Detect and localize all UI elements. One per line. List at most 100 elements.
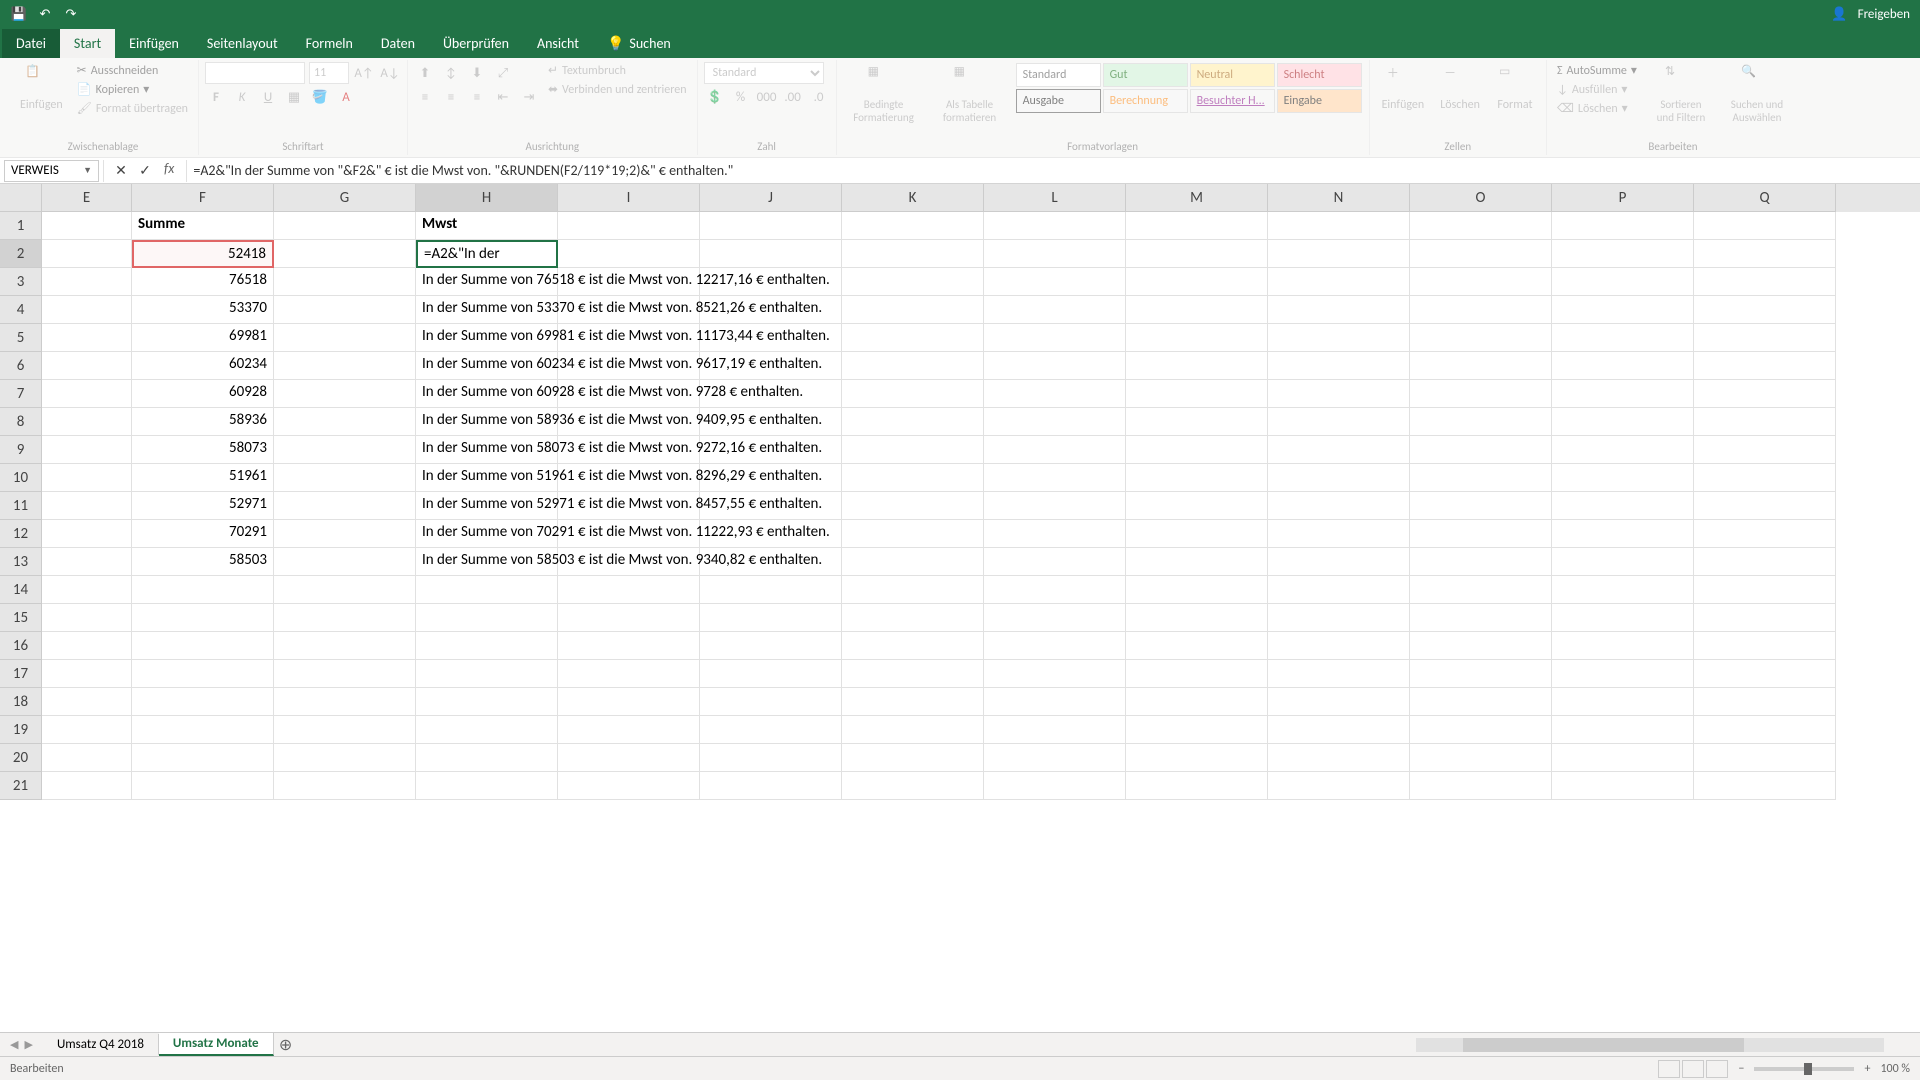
cell-N8[interactable] xyxy=(1268,408,1410,436)
cell-G17[interactable] xyxy=(274,660,416,688)
cell-H7[interactable]: In der Summe von 60928 € ist die Mwst vo… xyxy=(416,380,558,408)
cell-O14[interactable] xyxy=(1410,576,1552,604)
cell-N3[interactable] xyxy=(1268,268,1410,296)
cell-I14[interactable] xyxy=(558,576,700,604)
cell-E18[interactable] xyxy=(42,688,132,716)
tab-file[interactable]: Datei xyxy=(2,29,60,58)
merge-button[interactable]: ⬌Verbinden und zentrieren xyxy=(544,81,691,98)
font-family-select[interactable] xyxy=(205,62,305,84)
align-center-icon[interactable]: ≡ xyxy=(440,86,462,108)
cell-O17[interactable] xyxy=(1410,660,1552,688)
row-header-16[interactable]: 16 xyxy=(0,632,42,660)
cell-O13[interactable] xyxy=(1410,548,1552,576)
cell-E5[interactable] xyxy=(42,324,132,352)
cell-O3[interactable] xyxy=(1410,268,1552,296)
sheet-nav-first-icon[interactable]: ◀ xyxy=(10,1038,18,1051)
clear-button[interactable]: ⌫Löschen ▾ xyxy=(1553,100,1641,117)
cell-G12[interactable] xyxy=(274,520,416,548)
cell-I20[interactable] xyxy=(558,744,700,772)
zoom-slider[interactable] xyxy=(1754,1067,1854,1071)
cell-E7[interactable] xyxy=(42,380,132,408)
cell-F2[interactable]: 52418 xyxy=(132,240,274,268)
cell-L17[interactable] xyxy=(984,660,1126,688)
cell-N11[interactable] xyxy=(1268,492,1410,520)
cell-L13[interactable] xyxy=(984,548,1126,576)
row-header-13[interactable]: 13 xyxy=(0,548,42,576)
cell-P16[interactable] xyxy=(1552,632,1694,660)
cell-G16[interactable] xyxy=(274,632,416,660)
cell-P8[interactable] xyxy=(1552,408,1694,436)
cell-O9[interactable] xyxy=(1410,436,1552,464)
currency-icon[interactable]: 💲 xyxy=(704,86,726,108)
number-format-select[interactable]: Standard xyxy=(704,62,824,84)
cell-E19[interactable] xyxy=(42,716,132,744)
row-header-6[interactable]: 6 xyxy=(0,352,42,380)
cell-N20[interactable] xyxy=(1268,744,1410,772)
row-header-11[interactable]: 11 xyxy=(0,492,42,520)
cell-F11[interactable]: 52971 xyxy=(132,492,274,520)
cell-G7[interactable] xyxy=(274,380,416,408)
font-color-button[interactable]: A xyxy=(335,86,357,108)
cell-F9[interactable]: 58073 xyxy=(132,436,274,464)
style-eingabe[interactable]: Eingabe xyxy=(1277,89,1362,113)
cell-G11[interactable] xyxy=(274,492,416,520)
view-page-layout-icon[interactable] xyxy=(1682,1060,1704,1078)
cell-F15[interactable] xyxy=(132,604,274,632)
cell-L16[interactable] xyxy=(984,632,1126,660)
cell-K16[interactable] xyxy=(842,632,984,660)
cell-G20[interactable] xyxy=(274,744,416,772)
cell-O5[interactable] xyxy=(1410,324,1552,352)
cell-Q7[interactable] xyxy=(1694,380,1836,408)
cell-O1[interactable] xyxy=(1410,212,1552,240)
cell-E16[interactable] xyxy=(42,632,132,660)
col-header-F[interactable]: F xyxy=(132,184,274,212)
cell-F7[interactable]: 60928 xyxy=(132,380,274,408)
cell-E21[interactable] xyxy=(42,772,132,800)
cell-G21[interactable] xyxy=(274,772,416,800)
autosum-button[interactable]: ΣAutoSumme ▾ xyxy=(1553,62,1641,79)
decrease-decimal-icon[interactable]: .0 xyxy=(808,86,830,108)
cells[interactable]: SummeMwst52418=A2&"In der76518In der Sum… xyxy=(42,212,1836,800)
cell-K5[interactable] xyxy=(842,324,984,352)
cell-Q4[interactable] xyxy=(1694,296,1836,324)
formula-input[interactable] xyxy=(187,160,1920,182)
cell-F20[interactable] xyxy=(132,744,274,772)
col-header-J[interactable]: J xyxy=(700,184,842,212)
cell-N14[interactable] xyxy=(1268,576,1410,604)
cell-L10[interactable] xyxy=(984,464,1126,492)
cell-P20[interactable] xyxy=(1552,744,1694,772)
cell-G4[interactable] xyxy=(274,296,416,324)
cell-F4[interactable]: 53370 xyxy=(132,296,274,324)
cell-H16[interactable] xyxy=(416,632,558,660)
align-left-icon[interactable]: ≡ xyxy=(414,86,436,108)
cell-L2[interactable] xyxy=(984,240,1126,268)
cell-K7[interactable] xyxy=(842,380,984,408)
cell-P5[interactable] xyxy=(1552,324,1694,352)
increase-font-icon[interactable]: A↑ xyxy=(353,62,375,84)
cell-E20[interactable] xyxy=(42,744,132,772)
cell-O2[interactable] xyxy=(1410,240,1552,268)
cell-G9[interactable] xyxy=(274,436,416,464)
style-schlecht[interactable]: Schlecht xyxy=(1277,63,1362,87)
cell-P14[interactable] xyxy=(1552,576,1694,604)
cell-M20[interactable] xyxy=(1126,744,1268,772)
row-header-10[interactable]: 10 xyxy=(0,464,42,492)
col-header-H[interactable]: H xyxy=(416,184,558,212)
cell-N5[interactable] xyxy=(1268,324,1410,352)
cell-P21[interactable] xyxy=(1552,772,1694,800)
cell-P12[interactable] xyxy=(1552,520,1694,548)
cell-J15[interactable] xyxy=(700,604,842,632)
tab-search[interactable]: 💡 Suchen xyxy=(593,29,685,58)
row-header-17[interactable]: 17 xyxy=(0,660,42,688)
cell-I17[interactable] xyxy=(558,660,700,688)
cell-H14[interactable] xyxy=(416,576,558,604)
row-header-9[interactable]: 9 xyxy=(0,436,42,464)
cell-H18[interactable] xyxy=(416,688,558,716)
fill-button[interactable]: ↓Ausfüllen ▾ xyxy=(1553,81,1641,98)
cell-K4[interactable] xyxy=(842,296,984,324)
copy-button[interactable]: 📄Kopieren ▾ xyxy=(73,81,192,98)
cell-F6[interactable]: 60234 xyxy=(132,352,274,380)
cell-F13[interactable]: 58503 xyxy=(132,548,274,576)
cell-O16[interactable] xyxy=(1410,632,1552,660)
cell-Q1[interactable] xyxy=(1694,212,1836,240)
